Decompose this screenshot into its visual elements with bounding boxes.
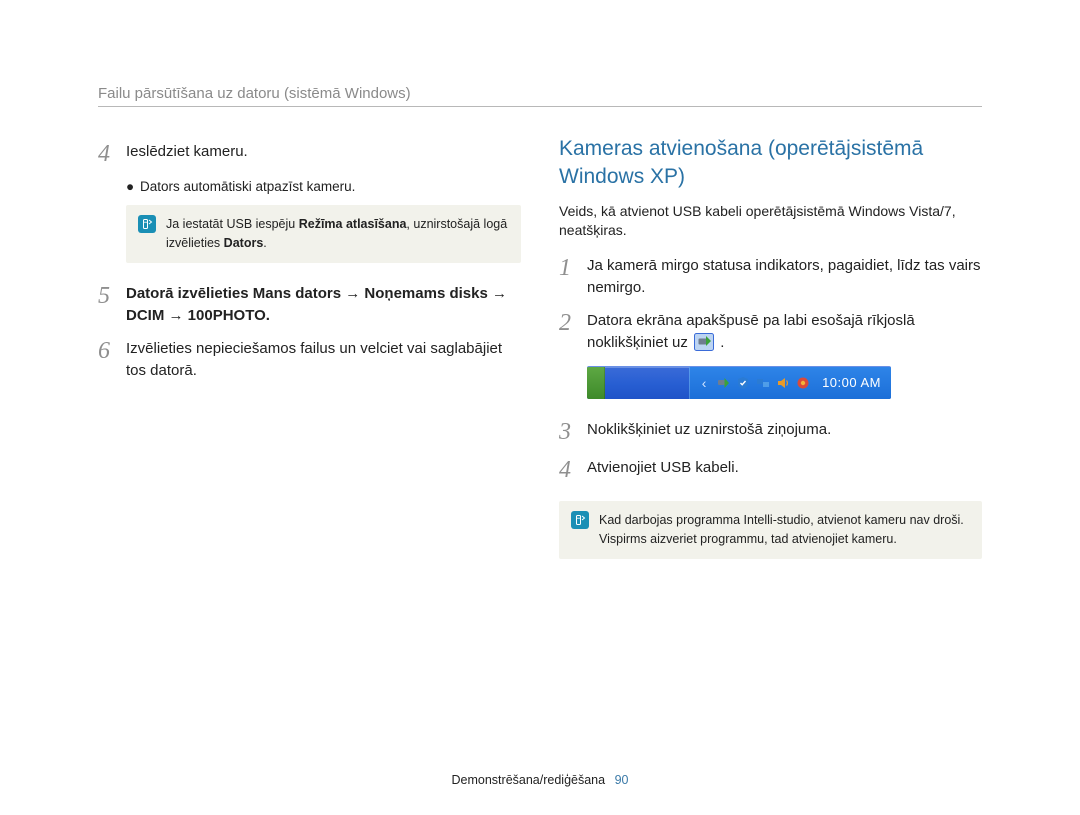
content-columns: 4 Ieslēdziet kameru. ● Dators automātisk… bbox=[98, 135, 982, 579]
right-column: Kameras atvienošana (operētājsistēmā Win… bbox=[559, 135, 982, 579]
step-number: 1 bbox=[559, 255, 587, 281]
step-text: Ieslēdziet kameru. bbox=[126, 141, 521, 163]
windows-taskbar: ‹ bbox=[587, 366, 891, 399]
tray-collapse-icon[interactable]: ‹ bbox=[698, 373, 710, 393]
page-footer: Demonstrēšana/rediģēšana 90 bbox=[0, 773, 1080, 787]
step-1: 1 Ja kamerā mirgo statusa indikators, pa… bbox=[559, 255, 982, 299]
page-header: Failu pārsūtīšana uz datoru (sistēmā Win… bbox=[98, 85, 982, 107]
note-text: Ja iestatāt USB iespēju Režīma atlasīšan… bbox=[166, 215, 509, 253]
taskbar-clock[interactable]: 10:00 AM bbox=[822, 375, 881, 390]
step-4: 4 Ieslēdziet kameru. bbox=[98, 141, 521, 167]
step-2: 2 Datora ekrāna apakšpusē pa labi esošaj… bbox=[559, 310, 982, 354]
section-intro: Veids, kā atvienot USB kabeli operētājsi… bbox=[559, 202, 982, 241]
shield-tray-icon[interactable] bbox=[736, 376, 750, 390]
bullet-text: Dators automātiski atpazīst kameru. bbox=[140, 179, 355, 194]
page-number: 90 bbox=[615, 773, 629, 787]
step-text: Atvienojiet USB kabeli. bbox=[587, 457, 982, 479]
step-number: 4 bbox=[98, 141, 126, 167]
note-box-intelli-studio: Kad darbojas programma Intelli-studio, a… bbox=[559, 501, 982, 559]
step-text: Datora ekrāna apakšpusē pa labi esošajā … bbox=[587, 310, 982, 354]
note-box-usb-mode: Ja iestatāt USB iespēju Režīma atlasīšan… bbox=[126, 205, 521, 263]
note-icon bbox=[138, 215, 156, 233]
updates-tray-icon[interactable] bbox=[796, 376, 810, 390]
safely-remove-icon bbox=[694, 333, 714, 351]
step-number: 3 bbox=[559, 419, 587, 445]
step-text: Datorā izvēlieties Mans dators → Noņemam… bbox=[126, 283, 521, 327]
section-heading: Kameras atvienošana (operētājsistēmā Win… bbox=[559, 135, 982, 192]
safely-remove-tray-icon[interactable] bbox=[716, 376, 730, 390]
start-button-stub[interactable] bbox=[587, 367, 605, 399]
step-number: 5 bbox=[98, 283, 126, 309]
note-icon bbox=[571, 511, 589, 529]
footer-text: Demonstrēšana/rediģēšana bbox=[452, 773, 606, 787]
system-tray: ‹ bbox=[689, 367, 891, 399]
note-text: Kad darbojas programma Intelli-studio, a… bbox=[599, 511, 970, 549]
step-text: Noklikšķiniet uz uznirstošā ziņojuma. bbox=[587, 419, 982, 441]
step-number: 4 bbox=[559, 457, 587, 483]
step-3: 3 Noklikšķiniet uz uznirstošā ziņojuma. bbox=[559, 419, 982, 445]
step-number: 2 bbox=[559, 310, 587, 336]
network-tray-icon[interactable] bbox=[756, 376, 770, 390]
bullet-dot-icon: ● bbox=[126, 179, 140, 195]
step-4-right: 4 Atvienojiet USB kabeli. bbox=[559, 457, 982, 483]
step-number: 6 bbox=[98, 338, 126, 364]
step-4-bullet: ● Dators automātiski atpazīst kameru. bbox=[126, 179, 521, 195]
step-5: 5 Datorā izvēlieties Mans dators → Noņem… bbox=[98, 283, 521, 327]
step-text: Izvēlieties nepieciešamos failus un velc… bbox=[126, 338, 521, 382]
left-column: 4 Ieslēdziet kameru. ● Dators automātisk… bbox=[98, 135, 521, 579]
step-text: Ja kamerā mirgo statusa indikators, paga… bbox=[587, 255, 982, 299]
step-6: 6 Izvēlieties nepieciešamos failus un ve… bbox=[98, 338, 521, 382]
volume-tray-icon[interactable] bbox=[776, 376, 790, 390]
